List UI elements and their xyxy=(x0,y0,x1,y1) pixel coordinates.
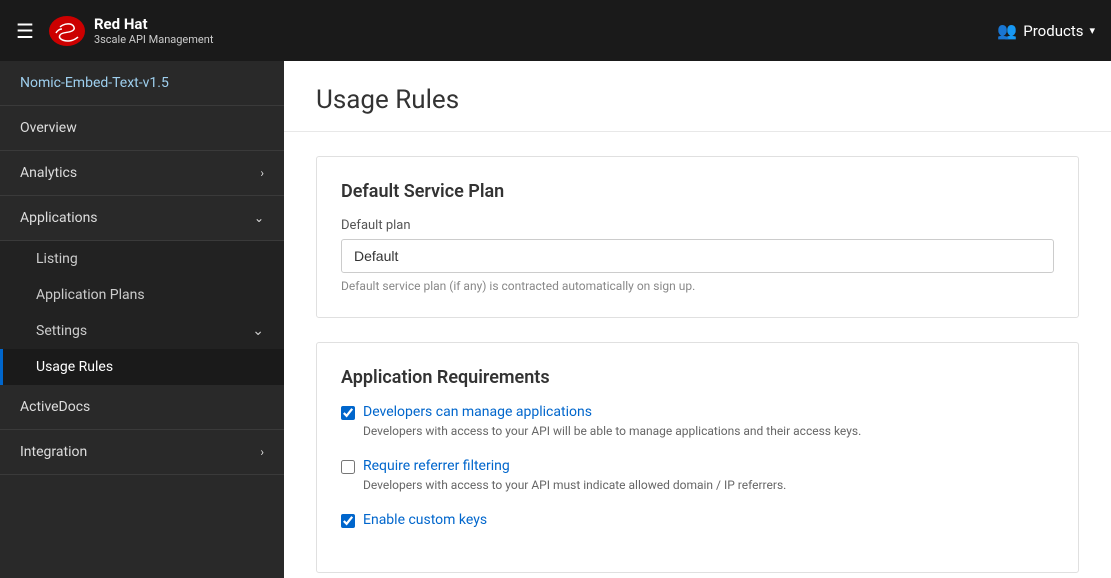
hamburger-menu-icon[interactable]: ☰ xyxy=(16,19,34,43)
chevron-down-icon-apps: ⌄ xyxy=(254,211,264,225)
sidebar-activedocs-label: ActiveDocs xyxy=(20,399,90,415)
chevron-right-icon: › xyxy=(260,166,264,180)
main-content: Usage Rules Default Service Plan Default… xyxy=(284,61,1111,578)
products-label: Products xyxy=(1023,22,1083,40)
sidebar-item-activedocs[interactable]: ActiveDocs xyxy=(0,385,284,430)
sidebar-applications-group: Applications ⌄ Listing Application Plans… xyxy=(0,196,284,385)
checkbox-row-custom-keys: Enable custom keys xyxy=(341,512,1054,528)
sidebar-item-applications-label: Applications xyxy=(20,210,98,226)
checkbox-group-referrer: Require referrer filtering Developers wi… xyxy=(341,458,1054,492)
page-title: Usage Rules xyxy=(316,85,1079,115)
checkbox-custom-keys-label[interactable]: Enable custom keys xyxy=(363,512,487,528)
sidebar-item-integration[interactable]: Integration › xyxy=(0,430,284,475)
content-body: Default Service Plan Default plan Defaul… xyxy=(284,132,1111,578)
sidebar-item-listing[interactable]: Listing xyxy=(0,241,284,277)
sidebar-item-settings[interactable]: Settings ⌄ xyxy=(0,313,284,349)
sidebar-usage-rules-label: Usage Rules xyxy=(36,359,113,375)
chevron-down-icon-settings: ⌄ xyxy=(252,323,264,339)
products-icon: 👥 xyxy=(997,21,1017,40)
checkbox-referrer[interactable] xyxy=(341,460,355,474)
chevron-right-icon-integration: › xyxy=(260,445,264,459)
sidebar-settings-label: Settings xyxy=(36,323,87,339)
products-menu[interactable]: 👥 Products ▾ xyxy=(997,21,1095,40)
default-service-plan-title: Default Service Plan xyxy=(341,181,1054,202)
brand-name: Red Hat xyxy=(94,15,213,33)
brand-logo: Red Hat 3scale API Management xyxy=(48,15,213,47)
sidebar-item-overview-label: Overview xyxy=(20,120,77,136)
sidebar-item-analytics-label: Analytics xyxy=(20,165,77,181)
checkbox-referrer-label[interactable]: Require referrer filtering xyxy=(363,458,510,474)
sidebar-applications-submenu: Listing Application Plans Settings ⌄ Usa… xyxy=(0,241,284,385)
sidebar-settings-submenu: Usage Rules xyxy=(0,349,284,385)
checkbox-group-custom-keys: Enable custom keys xyxy=(341,512,1054,528)
brand-subtitle: 3scale API Management xyxy=(94,33,213,46)
checkbox-row-manage-apps: Developers can manage applications xyxy=(341,404,1054,420)
sidebar-item-application-plans[interactable]: Application Plans xyxy=(0,277,284,313)
sidebar-product-link[interactable]: Nomic-Embed-Text-v1.5 xyxy=(0,61,284,106)
application-requirements-section: Application Requirements Developers can … xyxy=(316,342,1079,573)
content-header: Usage Rules xyxy=(284,61,1111,132)
sidebar-listing-label: Listing xyxy=(36,251,78,267)
checkbox-manage-apps[interactable] xyxy=(341,406,355,420)
default-plan-label: Default plan xyxy=(341,218,1054,233)
top-navigation: ☰ Red Hat 3scale API Management 👥 Produc… xyxy=(0,0,1111,61)
default-plan-select[interactable]: Default xyxy=(341,239,1054,273)
checkbox-manage-apps-hint: Developers with access to your API will … xyxy=(363,424,1054,438)
sidebar-integration-label: Integration xyxy=(20,444,87,460)
sidebar-item-applications[interactable]: Applications ⌄ xyxy=(0,196,284,241)
application-requirements-title: Application Requirements xyxy=(341,367,1054,388)
sidebar: Nomic-Embed-Text-v1.5 Overview Analytics… xyxy=(0,61,284,578)
redhat-icon xyxy=(48,15,86,47)
main-layout: Nomic-Embed-Text-v1.5 Overview Analytics… xyxy=(0,61,1111,578)
default-plan-hint: Default service plan (if any) is contrac… xyxy=(341,279,1054,293)
chevron-down-icon: ▾ xyxy=(1089,24,1095,37)
sidebar-item-analytics[interactable]: Analytics › xyxy=(0,151,284,196)
sidebar-item-overview[interactable]: Overview xyxy=(0,106,284,151)
checkbox-custom-keys[interactable] xyxy=(341,514,355,528)
default-service-plan-section: Default Service Plan Default plan Defaul… xyxy=(316,156,1079,318)
checkbox-row-referrer: Require referrer filtering xyxy=(341,458,1054,474)
checkbox-group-manage-apps: Developers can manage applications Devel… xyxy=(341,404,1054,438)
checkbox-referrer-hint: Developers with access to your API must … xyxy=(363,478,1054,492)
sidebar-application-plans-label: Application Plans xyxy=(36,287,145,303)
checkbox-manage-apps-label[interactable]: Developers can manage applications xyxy=(363,404,592,420)
sidebar-item-usage-rules[interactable]: Usage Rules xyxy=(0,349,284,385)
